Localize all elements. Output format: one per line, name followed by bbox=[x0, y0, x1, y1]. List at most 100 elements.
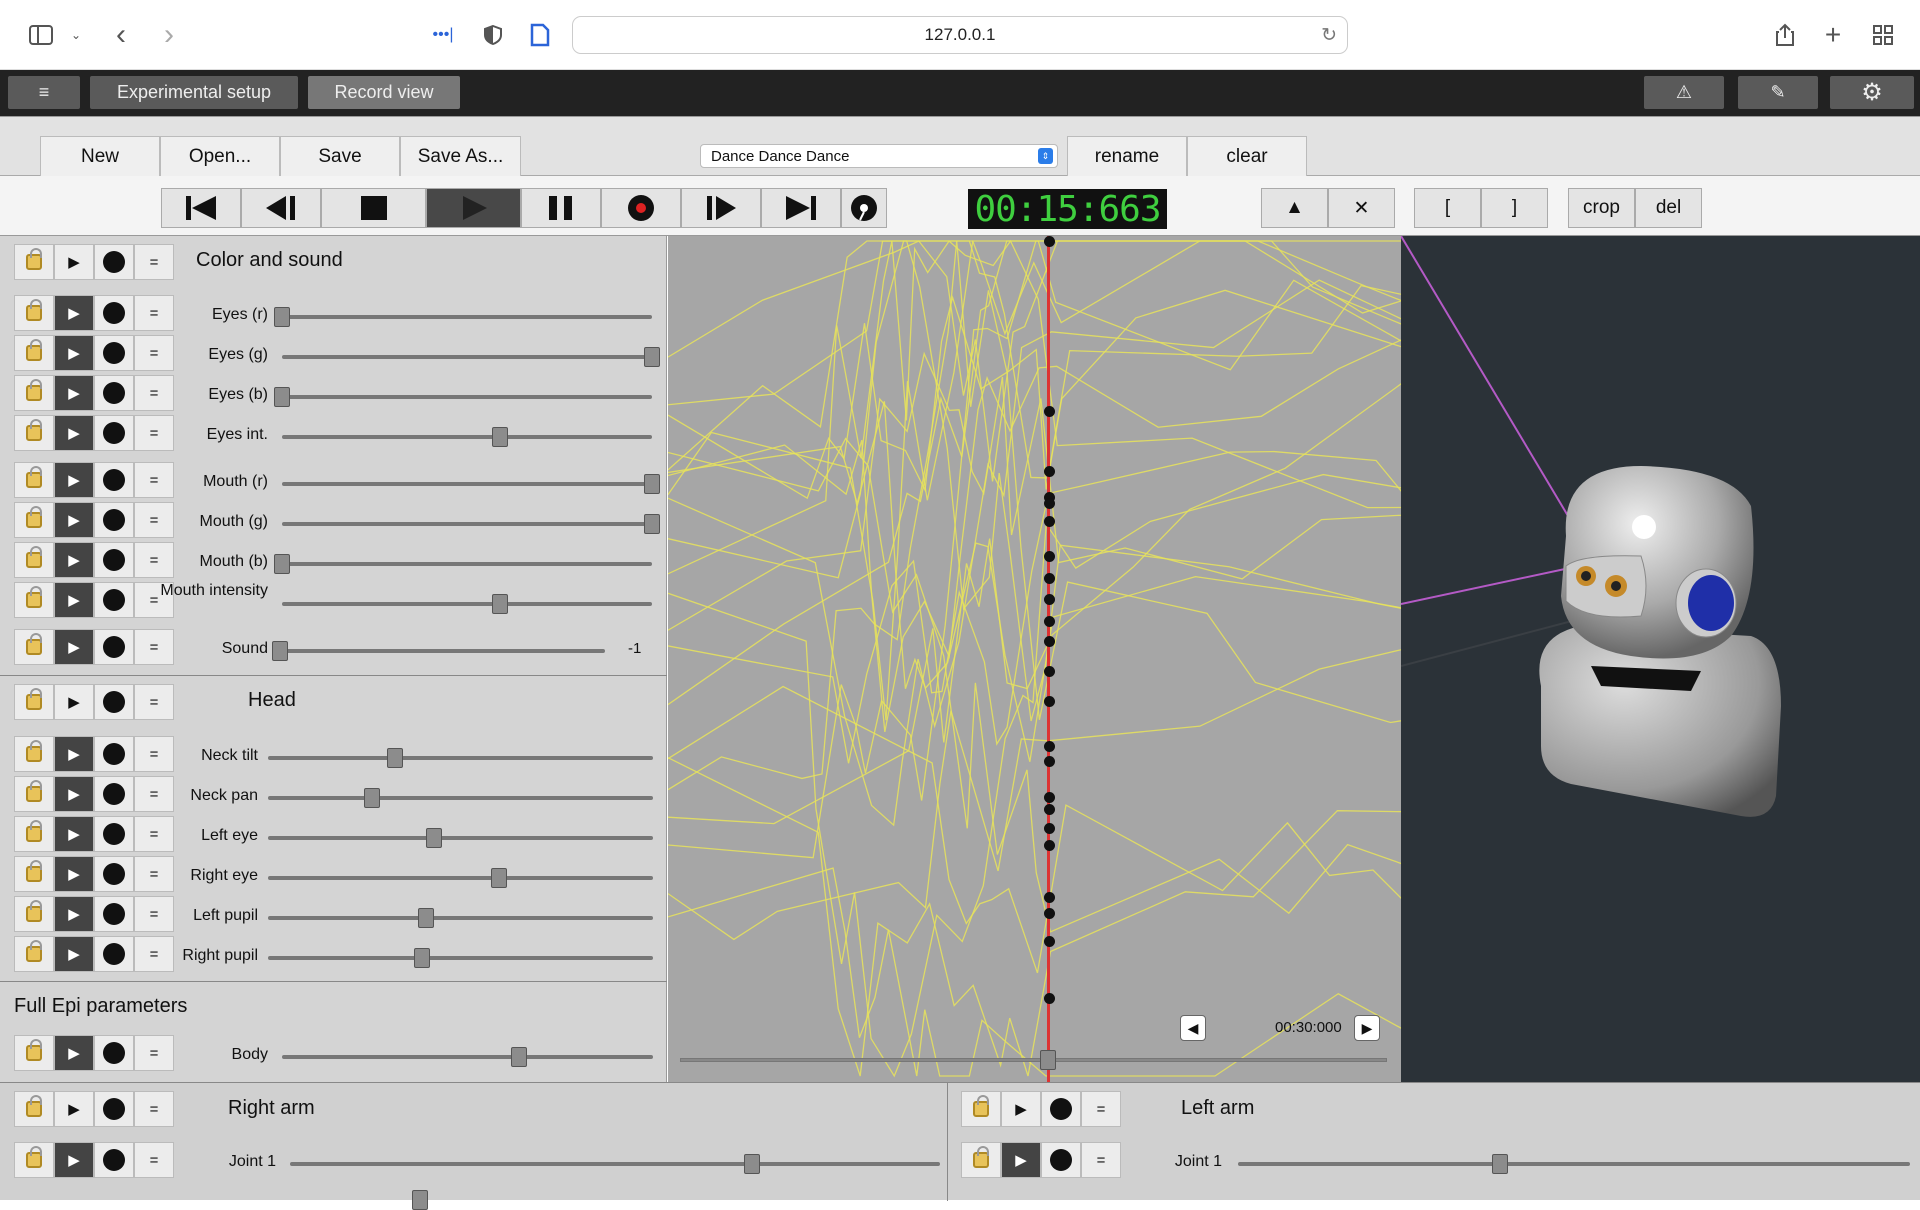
timeline-scroll-knob[interactable] bbox=[1039, 1050, 1056, 1070]
play-track-button[interactable]: ▶ bbox=[54, 295, 94, 331]
skip-to-end-icon[interactable] bbox=[761, 188, 841, 228]
lock-button[interactable] bbox=[14, 936, 54, 972]
record-track-button[interactable] bbox=[94, 776, 134, 812]
lock-button[interactable] bbox=[14, 629, 54, 665]
play-track-button[interactable]: ▶ bbox=[54, 896, 94, 932]
slider-knob[interactable] bbox=[272, 641, 288, 661]
del-button[interactable]: del bbox=[1635, 188, 1702, 228]
record-track-button[interactable] bbox=[94, 1035, 134, 1071]
slider-track[interactable] bbox=[282, 514, 660, 534]
lock-button[interactable] bbox=[14, 816, 54, 852]
lock-button[interactable] bbox=[14, 776, 54, 812]
open-button[interactable]: Open... bbox=[160, 136, 280, 177]
new-tab-icon[interactable]: + bbox=[1820, 19, 1846, 50]
slider-track[interactable] bbox=[268, 908, 653, 928]
record-track-button[interactable] bbox=[94, 736, 134, 772]
slider-knob[interactable] bbox=[363, 788, 380, 808]
slider-knob[interactable] bbox=[491, 868, 507, 888]
up-button[interactable]: ▲ bbox=[1261, 188, 1328, 228]
lock-button[interactable] bbox=[14, 684, 54, 720]
lock-button[interactable] bbox=[14, 582, 54, 618]
settings-gear-icon[interactable]: ⚙ bbox=[1830, 76, 1914, 109]
play-track-button[interactable]: ▶ bbox=[54, 462, 94, 498]
record-track-button[interactable] bbox=[94, 375, 134, 411]
playhead[interactable] bbox=[1047, 236, 1051, 1082]
slider-knob[interactable] bbox=[412, 1190, 428, 1210]
slider-track[interactable] bbox=[282, 594, 652, 614]
play-track-button[interactable]: ▶ bbox=[1001, 1091, 1041, 1127]
close-x-button[interactable]: ✕ bbox=[1328, 188, 1395, 228]
slider-track[interactable] bbox=[268, 868, 653, 888]
breadcrumb-record-view[interactable]: Record view bbox=[308, 76, 460, 109]
play-track-button[interactable]: ▶ bbox=[54, 335, 94, 371]
slider-track[interactable] bbox=[1238, 1154, 1910, 1174]
lock-button[interactable] bbox=[14, 375, 54, 411]
record-track-button[interactable] bbox=[94, 1091, 134, 1127]
record-track-button[interactable] bbox=[94, 502, 134, 538]
shield-icon[interactable] bbox=[482, 20, 504, 50]
menu-button[interactable]: ≡ bbox=[8, 76, 80, 109]
robot-3d-viewer[interactable] bbox=[1400, 235, 1920, 1082]
slider-knob[interactable] bbox=[492, 427, 509, 447]
play-track-button[interactable]: ▶ bbox=[54, 244, 94, 280]
play-track-button[interactable]: ▶ bbox=[54, 856, 94, 892]
chevron-down-icon[interactable]: ⌄ bbox=[66, 20, 86, 50]
extensions-icon[interactable]: •••| bbox=[428, 20, 458, 50]
slider-track[interactable] bbox=[268, 788, 653, 808]
page-icon[interactable] bbox=[528, 20, 552, 50]
record-track-button[interactable] bbox=[94, 462, 134, 498]
sequence-select[interactable]: Dance Dance Dance ⇕ bbox=[700, 144, 1058, 168]
equal-button[interactable]: = bbox=[1081, 1091, 1121, 1127]
tab-overview-icon[interactable] bbox=[1870, 20, 1896, 50]
slider-knob[interactable] bbox=[414, 948, 430, 968]
loop-record-icon[interactable] bbox=[841, 188, 887, 228]
rename-button[interactable]: rename bbox=[1067, 136, 1187, 177]
breadcrumb-experimental-setup[interactable]: Experimental setup bbox=[90, 76, 298, 109]
record-track-button[interactable] bbox=[94, 415, 134, 451]
play-track-button[interactable]: ▶ bbox=[54, 1091, 94, 1127]
slider-track[interactable] bbox=[282, 347, 660, 367]
forward-icon[interactable]: › bbox=[156, 18, 182, 51]
slider-track[interactable] bbox=[282, 474, 660, 494]
slider-knob[interactable] bbox=[492, 594, 509, 614]
record-track-button[interactable] bbox=[1041, 1091, 1081, 1127]
slider-knob[interactable] bbox=[274, 307, 290, 327]
play-track-button[interactable]: ▶ bbox=[54, 415, 94, 451]
save-as-button[interactable]: Save As... bbox=[400, 136, 521, 177]
record-track-button[interactable] bbox=[94, 295, 134, 331]
record-track-button[interactable] bbox=[94, 856, 134, 892]
play-icon[interactable] bbox=[426, 188, 521, 228]
slider-knob[interactable] bbox=[644, 474, 660, 494]
record-track-button[interactable] bbox=[94, 896, 134, 932]
slider-track[interactable] bbox=[272, 641, 605, 661]
play-track-button[interactable]: ▶ bbox=[54, 1035, 94, 1071]
timeline-next-button[interactable]: ▶ bbox=[1354, 1015, 1380, 1041]
new-button[interactable]: New bbox=[40, 136, 160, 177]
timeline-scrollbar[interactable] bbox=[680, 1050, 1387, 1070]
lock-button[interactable] bbox=[14, 736, 54, 772]
lock-button[interactable] bbox=[14, 542, 54, 578]
slider-track[interactable] bbox=[268, 828, 653, 848]
lock-button[interactable] bbox=[14, 856, 54, 892]
record-track-button[interactable] bbox=[94, 244, 134, 280]
share-icon[interactable] bbox=[1772, 20, 1798, 50]
slider-knob[interactable] bbox=[1492, 1154, 1509, 1174]
equal-button[interactable]: = bbox=[134, 1091, 174, 1127]
slider-knob[interactable] bbox=[274, 387, 290, 407]
slider-knob[interactable] bbox=[644, 347, 660, 367]
play-track-button[interactable]: ▶ bbox=[1001, 1142, 1041, 1178]
lock-button[interactable] bbox=[14, 1035, 54, 1071]
url-bar[interactable]: 127.0.0.1 ↻ bbox=[572, 16, 1348, 54]
play-track-button[interactable]: ▶ bbox=[54, 502, 94, 538]
clear-button[interactable]: clear bbox=[1187, 136, 1307, 177]
reload-icon[interactable]: ↻ bbox=[1321, 24, 1337, 47]
lock-button[interactable] bbox=[14, 502, 54, 538]
crop-button[interactable]: crop bbox=[1568, 188, 1635, 228]
record-track-button[interactable] bbox=[94, 1142, 134, 1178]
mark-out-button[interactable]: ] bbox=[1481, 188, 1548, 228]
edit-button[interactable]: ✎ bbox=[1738, 76, 1818, 109]
sidebar-icon[interactable] bbox=[26, 20, 56, 50]
step-forward-icon[interactable] bbox=[681, 188, 761, 228]
play-track-button[interactable]: ▶ bbox=[54, 776, 94, 812]
play-track-button[interactable]: ▶ bbox=[54, 542, 94, 578]
